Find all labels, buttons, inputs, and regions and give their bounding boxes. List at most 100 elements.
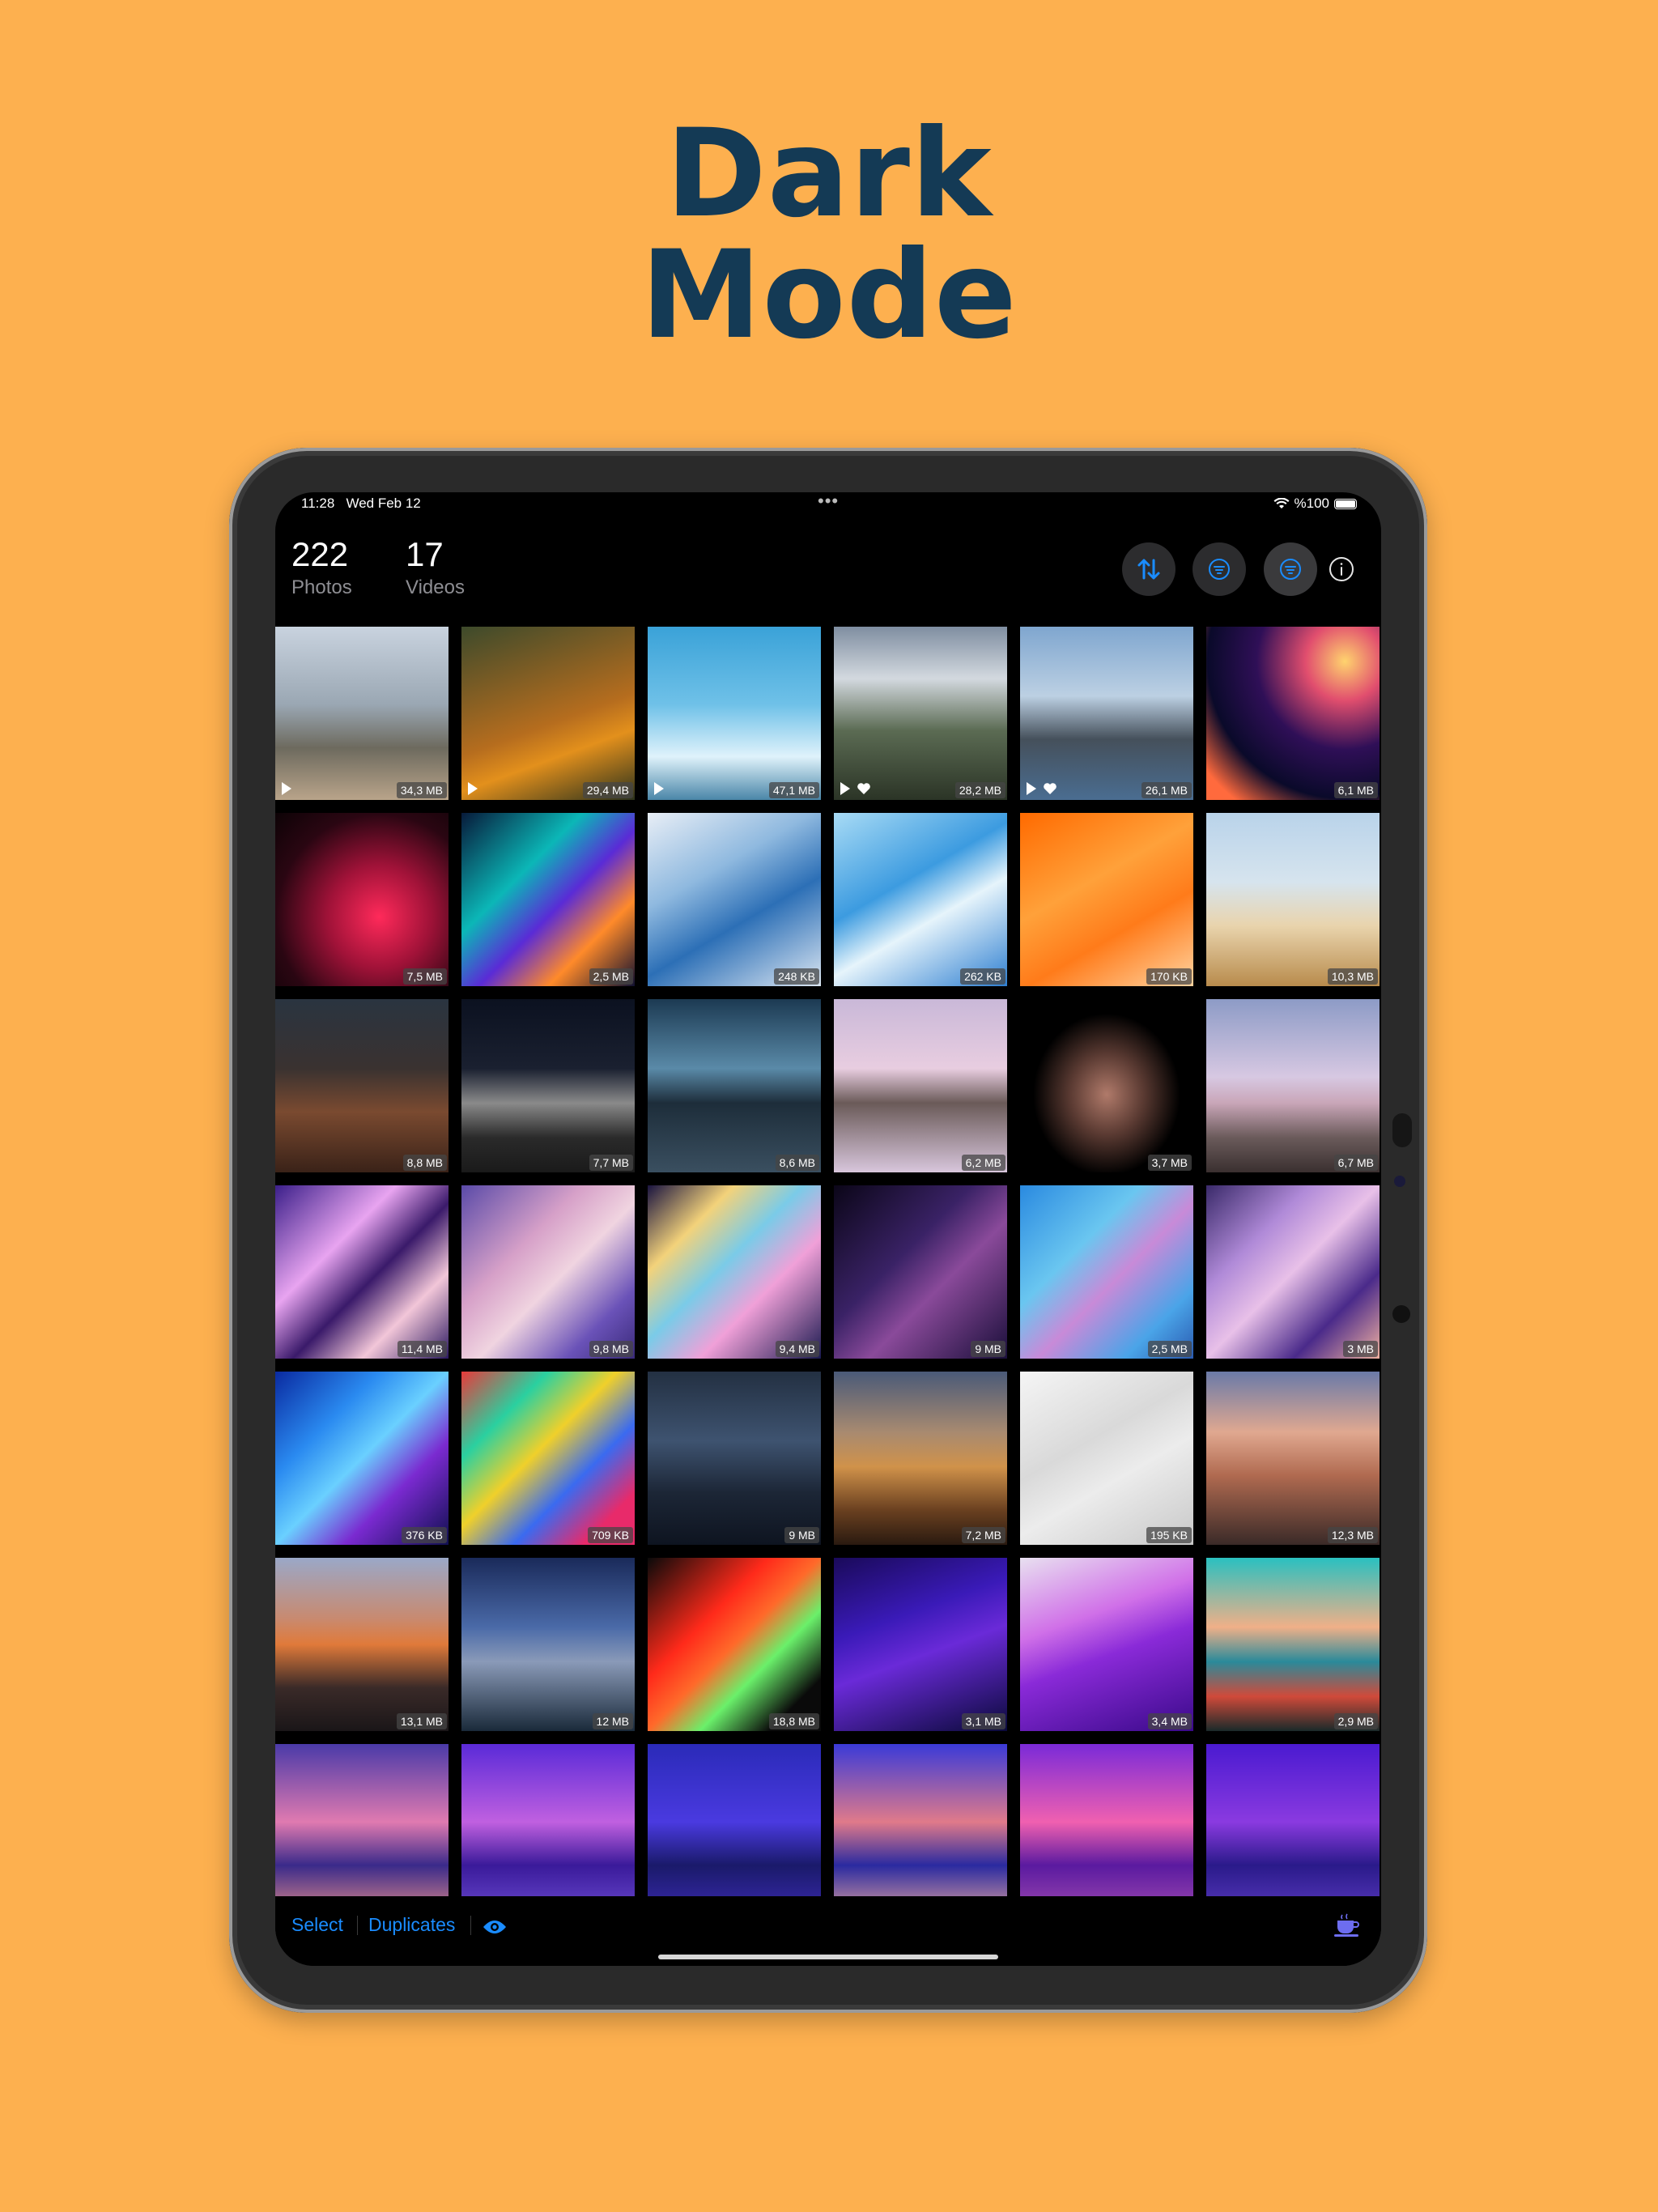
- file-size-badge: 7,5 MB: [402, 968, 447, 985]
- toolbar-separator: [357, 1916, 358, 1935]
- file-size-badge: 6,7 MB: [1333, 1155, 1378, 1171]
- camera-dot: [1394, 1176, 1405, 1187]
- thumbnail-badges: [468, 782, 478, 795]
- filter-button[interactable]: [1192, 542, 1246, 596]
- photo-thumbnail[interactable]: 10,3 MB: [1206, 813, 1380, 986]
- photo-thumbnail[interactable]: 47,1 MB: [648, 627, 821, 800]
- photo-thumbnail[interactable]: 170 KB: [1020, 813, 1193, 986]
- photo-thumbnail[interactable]: 2,5 MB: [461, 813, 635, 986]
- file-size-badge: 376 KB: [402, 1527, 447, 1543]
- photo-thumbnail[interactable]: 9,8 MB: [461, 1185, 635, 1359]
- filter-active-icon: [1280, 559, 1301, 580]
- photo-thumbnail[interactable]: 709 KB: [461, 1372, 635, 1545]
- photo-thumbnail[interactable]: 34,3 MB: [275, 627, 449, 800]
- photo-thumbnail[interactable]: [834, 1744, 1007, 1896]
- photo-thumbnail[interactable]: 195 KB: [1020, 1372, 1193, 1545]
- file-size-badge: 3,7 MB: [1147, 1155, 1192, 1171]
- battery-percent: %100: [1294, 496, 1329, 511]
- photos-count-label: Photos: [291, 576, 352, 598]
- photo-thumbnail[interactable]: 262 KB: [834, 813, 1007, 986]
- heart-icon: [1044, 783, 1056, 794]
- videos-count: 17 Videos: [406, 536, 465, 599]
- headline-line2: Mode: [640, 225, 1018, 366]
- headline: Dark Mode: [0, 113, 1658, 356]
- wifi-icon: [1273, 498, 1290, 508]
- photo-thumbnail[interactable]: 18,8 MB: [648, 1558, 821, 1731]
- videos-count-label: Videos: [406, 576, 465, 598]
- file-size-badge: 3 MB: [1343, 1341, 1378, 1357]
- thumbnail-badges: [282, 782, 291, 795]
- photo-grid: 34,3 MB 29,4 MB 47,1 MB 28,2 MB 26,1 MB 6,1 M…: [275, 627, 1381, 1896]
- status-bar: 11:28 Wed Feb 12 ••• %100: [275, 492, 1381, 517]
- file-size-badge: 29,4 MB: [582, 782, 633, 798]
- volume-dot: [1392, 1305, 1410, 1323]
- file-size-badge: 6,1 MB: [1333, 782, 1378, 798]
- multitasking-dots-icon[interactable]: •••: [818, 492, 839, 512]
- photo-thumbnail[interactable]: 2,5 MB: [1020, 1185, 1193, 1359]
- photo-thumbnail[interactable]: 28,2 MB: [834, 627, 1007, 800]
- photo-thumbnail[interactable]: 2,9 MB: [1206, 1558, 1380, 1731]
- file-size-badge: 195 KB: [1146, 1527, 1192, 1543]
- photo-thumbnail[interactable]: 7,5 MB: [275, 813, 449, 986]
- file-size-badge: 262 KB: [960, 968, 1005, 985]
- file-size-badge: 2,5 MB: [1147, 1341, 1192, 1357]
- play-icon: [1027, 782, 1036, 795]
- photo-thumbnail[interactable]: [1020, 1744, 1193, 1896]
- status-time: 11:28 Wed Feb 12: [301, 496, 421, 511]
- sort-button[interactable]: [1122, 542, 1175, 596]
- home-indicator: [658, 1955, 998, 1959]
- photo-thumbnail[interactable]: 11,4 MB: [275, 1185, 449, 1359]
- photo-thumbnail[interactable]: 376 KB: [275, 1372, 449, 1545]
- status-right: %100: [1273, 496, 1357, 512]
- photo-thumbnail[interactable]: [648, 1744, 821, 1896]
- photo-thumbnail[interactable]: 3,7 MB: [1020, 999, 1193, 1172]
- photo-thumbnail[interactable]: 9 MB: [834, 1185, 1007, 1359]
- toolbar-separator: [470, 1916, 471, 1935]
- file-size-badge: 9 MB: [971, 1341, 1005, 1357]
- photo-thumbnail[interactable]: 3,1 MB: [834, 1558, 1007, 1731]
- photo-thumbnail[interactable]: 29,4 MB: [461, 627, 635, 800]
- file-size-badge: 170 KB: [1146, 968, 1192, 985]
- photo-thumbnail[interactable]: 3,4 MB: [1020, 1558, 1193, 1731]
- file-size-badge: 11,4 MB: [397, 1341, 447, 1357]
- photo-thumbnail[interactable]: 7,7 MB: [461, 999, 635, 1172]
- photo-thumbnail[interactable]: 6,2 MB: [834, 999, 1007, 1172]
- file-size-badge: 3,1 MB: [961, 1713, 1005, 1729]
- videos-count-value: 17: [406, 535, 444, 573]
- duplicates-button[interactable]: Duplicates: [368, 1914, 455, 1936]
- photo-thumbnail[interactable]: 248 KB: [648, 813, 821, 986]
- photo-thumbnail[interactable]: [275, 1744, 449, 1896]
- heart-icon: [857, 783, 870, 794]
- photo-thumbnail[interactable]: 13,1 MB: [275, 1558, 449, 1731]
- photo-thumbnail[interactable]: 12,3 MB: [1206, 1372, 1380, 1545]
- sort-arrows-icon: [1137, 559, 1160, 580]
- file-size-badge: 8,6 MB: [775, 1155, 819, 1171]
- screen: 11:28 Wed Feb 12 ••• %100 222 Photos 17 …: [275, 492, 1381, 1966]
- file-size-badge: 47,1 MB: [768, 782, 819, 798]
- photo-thumbnail[interactable]: 6,7 MB: [1206, 999, 1380, 1172]
- photo-thumbnail[interactable]: [1206, 1744, 1380, 1896]
- photo-thumbnail[interactable]: 7,2 MB: [834, 1372, 1007, 1545]
- photo-thumbnail[interactable]: 3 MB: [1206, 1185, 1380, 1359]
- play-icon: [282, 782, 291, 795]
- photos-count-value: 222: [291, 535, 349, 573]
- photo-thumbnail[interactable]: 8,6 MB: [648, 999, 821, 1172]
- coffee-cup-icon[interactable]: [1333, 1912, 1362, 1938]
- file-size-badge: 34,3 MB: [396, 782, 447, 798]
- headline-line1: Dark: [665, 104, 993, 245]
- photo-thumbnail[interactable]: 6,1 MB: [1206, 627, 1380, 800]
- file-size-badge: 9 MB: [784, 1527, 819, 1543]
- info-icon[interactable]: [1328, 555, 1355, 583]
- photo-thumbnail[interactable]: 9 MB: [648, 1372, 821, 1545]
- side-button: [1392, 1113, 1412, 1147]
- select-button[interactable]: Select: [291, 1914, 343, 1936]
- file-size-badge: 28,2 MB: [954, 782, 1005, 798]
- file-size-badge: 13,1 MB: [396, 1713, 447, 1729]
- photo-thumbnail[interactable]: 9,4 MB: [648, 1185, 821, 1359]
- filter-active-button[interactable]: [1264, 542, 1317, 596]
- eye-icon[interactable]: [483, 1919, 507, 1935]
- photo-thumbnail[interactable]: 12 MB: [461, 1558, 635, 1731]
- photo-thumbnail[interactable]: 26,1 MB: [1020, 627, 1193, 800]
- photo-thumbnail[interactable]: 8,8 MB: [275, 999, 449, 1172]
- photo-thumbnail[interactable]: [461, 1744, 635, 1896]
